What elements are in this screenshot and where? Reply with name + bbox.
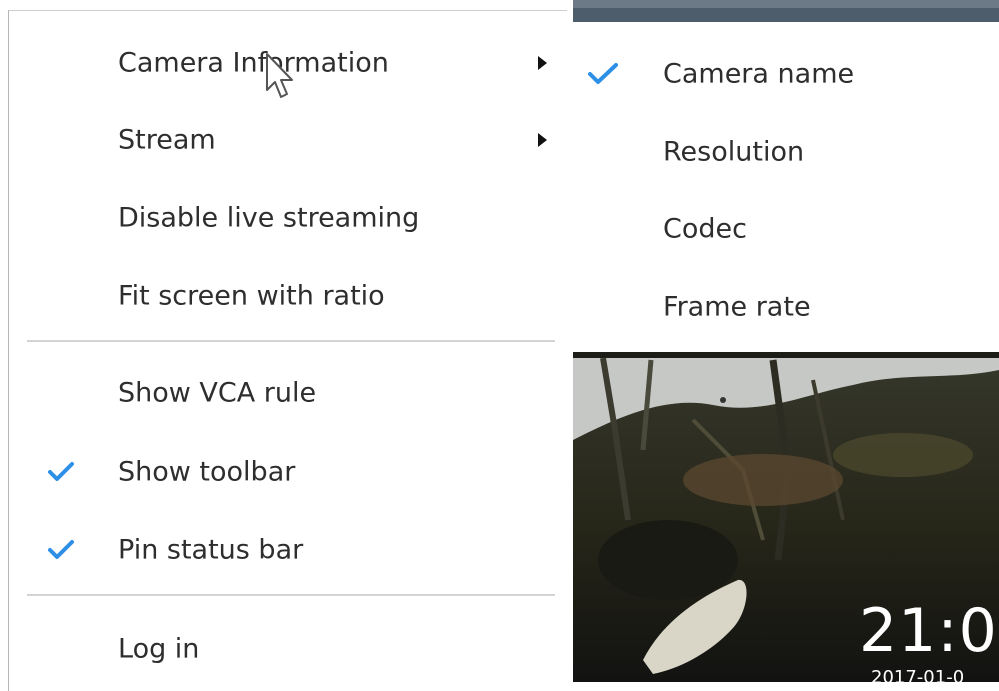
checkmark-icon: [48, 462, 74, 481]
checkmark-icon: [48, 540, 74, 559]
chevron-right-icon: [538, 56, 547, 70]
menu-item-label: Show VCA rule: [118, 377, 317, 409]
submenu-item-codec[interactable]: Codec: [566, 198, 999, 260]
menu-item-label: Fit screen with ratio: [118, 280, 385, 312]
menu-divider: [27, 340, 555, 342]
submenu-item-label: Codec: [663, 213, 747, 245]
menu-item-label: Camera Information: [118, 47, 389, 79]
menu-item-show-toolbar[interactable]: Show toolbar: [9, 442, 567, 502]
submenu-item-label: Resolution: [663, 136, 805, 168]
menu-divider: [27, 594, 555, 596]
submenu-item-resolution[interactable]: Resolution: [566, 121, 999, 183]
menu-item-label: Stream: [118, 124, 216, 156]
submenu-item-label: Camera name: [663, 58, 855, 90]
video-timestamp-time: 21:07: [859, 596, 999, 666]
submenu-item-camera-name[interactable]: Camera name: [566, 43, 999, 105]
menu-item-log-in[interactable]: Log in: [9, 619, 567, 679]
camera-information-submenu: Camera name Resolution Codec Frame rate: [566, 22, 999, 352]
menu-item-show-vca-rule[interactable]: Show VCA rule: [9, 363, 567, 423]
menu-item-label: Show toolbar: [118, 456, 296, 488]
menu-item-fit-screen-with-ratio[interactable]: Fit screen with ratio: [9, 266, 567, 326]
submenu-item-frame-rate[interactable]: Frame rate: [566, 276, 999, 338]
menu-item-label: Pin status bar: [118, 534, 304, 566]
menu-item-label: Log in: [118, 633, 200, 665]
menu-item-stream[interactable]: Stream: [9, 110, 567, 170]
mouse-pointer-icon: [266, 53, 293, 98]
submenu-item-label: Frame rate: [663, 291, 811, 323]
video-timestamp-date: 2017-01-0: [871, 667, 965, 682]
checkmark-icon: [588, 63, 618, 84]
chevron-right-icon: [538, 133, 547, 147]
context-menu: Camera Information Stream Disable live s…: [8, 10, 567, 691]
menu-item-disable-live-streaming[interactable]: Disable live streaming: [9, 188, 567, 248]
menu-item-pin-status-bar[interactable]: Pin status bar: [9, 520, 567, 580]
menu-item-label: Disable live streaming: [118, 202, 420, 234]
